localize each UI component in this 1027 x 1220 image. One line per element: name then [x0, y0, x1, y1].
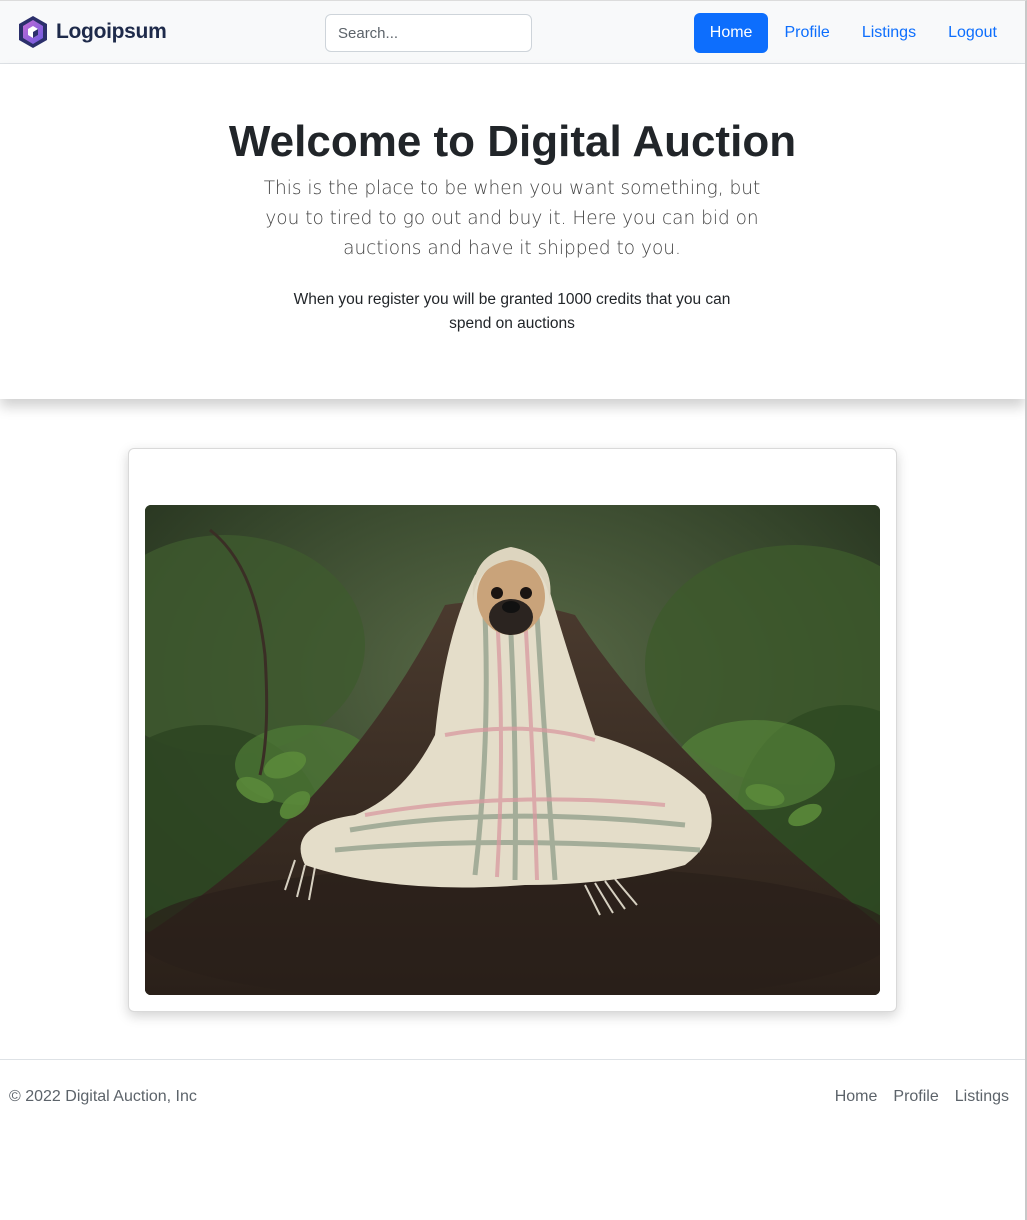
page-title: Welcome to Digital Auction: [228, 117, 797, 166]
footer-home-link[interactable]: Home: [835, 1088, 878, 1106]
main-nav: Home Profile Listings Logout: [693, 13, 1013, 53]
hero-section: Welcome to Digital Auction This is the p…: [0, 64, 1025, 399]
nav-profile-link[interactable]: Profile: [768, 13, 845, 53]
pug-in-blanket-photo: [145, 505, 880, 995]
footer-nav: Home Profile Listings: [835, 1088, 1009, 1106]
nav-home-link[interactable]: Home: [693, 13, 769, 53]
hero-lead-text: This is the place to be when you want so…: [263, 178, 761, 259]
footer-profile-link[interactable]: Profile: [893, 1088, 938, 1106]
copyright-text: © 2022 Digital Auction, Inc: [9, 1088, 197, 1105]
brand-name: Logoipsum: [56, 20, 167, 43]
featured-card: [128, 448, 897, 1012]
navbar: Logoipsum Home Profile Listings Logout: [0, 1, 1025, 64]
nav-logout-link[interactable]: Logout: [932, 13, 1013, 53]
footer-listings-link[interactable]: Listings: [955, 1088, 1009, 1106]
search-input[interactable]: [325, 14, 532, 52]
brand-link[interactable]: Logoipsum: [16, 15, 167, 49]
credits-note: When you register you will be granted 10…: [293, 291, 731, 332]
logo-icon: [16, 15, 50, 49]
footer: © 2022 Digital Auction, Inc Home Profile…: [0, 1059, 1025, 1139]
nav-listings-link[interactable]: Listings: [846, 13, 932, 53]
featured-image[interactable]: [145, 505, 880, 995]
